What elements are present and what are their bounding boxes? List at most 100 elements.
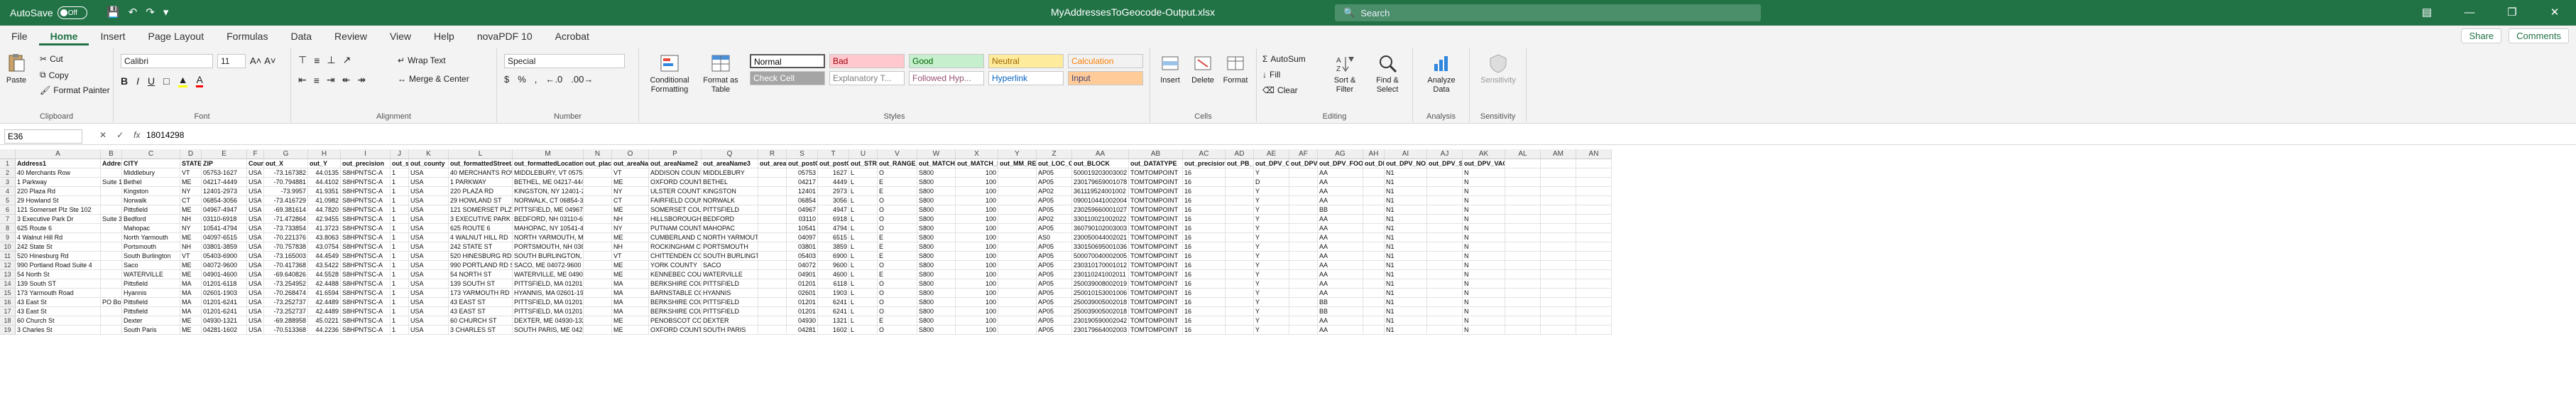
header-cell[interactable]: out_postCodeExt [818, 159, 849, 168]
table-cell[interactable]: 4600 [818, 270, 849, 279]
table-cell[interactable]: 16 [1183, 326, 1226, 335]
table-cell[interactable]: 230179659001078 [1072, 178, 1129, 187]
column-header[interactable]: AG [1318, 149, 1363, 159]
table-cell[interactable]: HYANNIS, MA 02601-1903 [513, 289, 584, 298]
table-cell[interactable] [584, 252, 612, 261]
table-cell[interactable]: USA [409, 252, 449, 261]
table-cell[interactable] [1541, 270, 1576, 279]
table-cell[interactable] [1505, 168, 1541, 178]
table-cell[interactable]: 230110241002011 [1072, 270, 1129, 279]
table-cell[interactable]: L [849, 178, 878, 187]
table-cell[interactable]: USA [409, 178, 449, 187]
table-cell[interactable]: S8HPNTSC-A [341, 187, 391, 196]
tab-formulas[interactable]: Formulas [215, 27, 279, 45]
table-cell[interactable]: L [849, 289, 878, 298]
table-cell[interactable]: MA [612, 289, 649, 298]
table-cell[interactable] [1427, 168, 1463, 178]
table-cell[interactable] [584, 242, 612, 252]
table-cell[interactable]: -69.288958 [264, 316, 308, 326]
table-cell[interactable]: 100 [956, 316, 998, 326]
table-cell[interactable]: 100 [956, 224, 998, 233]
table-cell[interactable]: PENOBSCOT COUNTY [649, 316, 702, 326]
table-cell[interactable] [101, 316, 122, 326]
table-cell[interactable]: TOMTOMPOINT [1129, 261, 1183, 270]
table-cell[interactable] [1576, 233, 1612, 242]
table-cell[interactable]: VT [180, 168, 202, 178]
table-cell[interactable]: DEXTER, ME 04930-1321 [513, 316, 584, 326]
column-header[interactable]: J [391, 149, 409, 159]
table-cell[interactable]: USA [409, 298, 449, 307]
table-cell[interactable]: YORK COUNTY [649, 261, 702, 270]
header-cell[interactable]: out_BLOCK [1072, 159, 1129, 168]
table-cell[interactable]: E [878, 233, 917, 242]
table-cell[interactable]: N [1463, 196, 1505, 205]
table-cell[interactable]: TOMTOMPOINT [1129, 298, 1183, 307]
header-cell[interactable]: out_MATCH_CODE [917, 159, 956, 168]
column-header[interactable]: C [122, 149, 180, 159]
table-cell[interactable]: N1 [1385, 307, 1427, 316]
table-cell[interactable]: N1 [1385, 178, 1427, 187]
table-cell[interactable]: 44.4549 [308, 252, 341, 261]
table-cell[interactable]: 100 [956, 289, 998, 298]
table-cell[interactable]: 01201 [787, 279, 818, 289]
table-cell[interactable] [758, 289, 787, 298]
format-as-table-button[interactable]: Format as Table [699, 53, 743, 95]
table-cell[interactable] [1427, 196, 1463, 205]
table-cell[interactable]: AP05 [1037, 261, 1072, 270]
table-cell[interactable]: PITTSFIELD [702, 298, 758, 307]
table-cell[interactable]: AA [1318, 326, 1363, 335]
table-cell[interactable]: 06854 [787, 196, 818, 205]
table-cell[interactable]: 4449 [818, 178, 849, 187]
header-cell[interactable]: out_DATATYPE [1129, 159, 1183, 168]
table-cell[interactable]: 1 [391, 270, 409, 279]
table-cell[interactable]: N [1463, 233, 1505, 242]
table-cell[interactable] [584, 178, 612, 187]
tab-acrobat[interactable]: Acrobat [544, 27, 601, 45]
table-cell[interactable]: 54 NORTH ST [449, 270, 513, 279]
number-format-select[interactable]: Special [504, 54, 625, 68]
table-cell[interactable]: 29 HOWLAND ST [449, 196, 513, 205]
table-cell[interactable]: Y [1254, 261, 1289, 270]
table-cell[interactable]: 16 [1183, 289, 1226, 298]
table-cell[interactable]: L [849, 307, 878, 316]
table-cell[interactable] [998, 224, 1037, 233]
column-header[interactable]: AH [1363, 149, 1385, 159]
table-cell[interactable]: HYANNIS [702, 289, 758, 298]
table-cell[interactable]: S800 [917, 270, 956, 279]
table-cell[interactable] [1576, 261, 1612, 270]
table-cell[interactable]: AP05 [1037, 178, 1072, 187]
table-cell[interactable]: USA [409, 307, 449, 316]
table-cell[interactable]: Bethel [122, 178, 180, 187]
table-cell[interactable]: 60 Church St [16, 316, 101, 326]
table-cell[interactable]: VT [612, 168, 649, 178]
table-cell[interactable]: 04217 [787, 178, 818, 187]
header-cell[interactable]: out_areaName1 [612, 159, 649, 168]
table-cell[interactable]: 16 [1183, 196, 1226, 205]
customize-qat-icon[interactable]: ▾ [163, 6, 169, 18]
header-cell[interactable]: out_formattedLocationAddress [513, 159, 584, 168]
style-calculation[interactable]: Calculation [1068, 54, 1143, 68]
table-cell[interactable]: 3 CHARLES ST [449, 326, 513, 335]
table-cell[interactable]: North Yarmouth [122, 233, 180, 242]
table-cell[interactable] [1541, 261, 1576, 270]
table-cell[interactable] [758, 242, 787, 252]
table-cell[interactable] [1363, 307, 1385, 316]
table-cell[interactable]: 04072-9600 [202, 261, 247, 270]
table-cell[interactable]: TOMTOMPOINT [1129, 215, 1183, 224]
table-cell[interactable] [1363, 289, 1385, 298]
table-cell[interactable]: Norwalk [122, 196, 180, 205]
table-cell[interactable]: Y [1254, 233, 1289, 242]
column-header[interactable]: AN [1576, 149, 1612, 159]
table-cell[interactable]: PITTSFIELD, ME 04967-4947 [513, 205, 584, 215]
table-cell[interactable] [1289, 215, 1318, 224]
header-cell[interactable]: out_MM_RESULT [998, 159, 1037, 168]
autosave-toggle[interactable]: Off [57, 6, 87, 19]
table-cell[interactable]: O [878, 261, 917, 270]
table-cell[interactable] [758, 298, 787, 307]
table-cell[interactable]: USA [247, 252, 264, 261]
table-cell[interactable]: O [878, 298, 917, 307]
bottom-align-icon[interactable]: ⊥ [327, 54, 335, 66]
style-explanatory-t-[interactable]: Explanatory T... [829, 71, 905, 85]
table-cell[interactable]: 121 SOMERSET PLZ STE 102 [449, 205, 513, 215]
table-cell[interactable]: TOMTOMPOINT [1129, 196, 1183, 205]
